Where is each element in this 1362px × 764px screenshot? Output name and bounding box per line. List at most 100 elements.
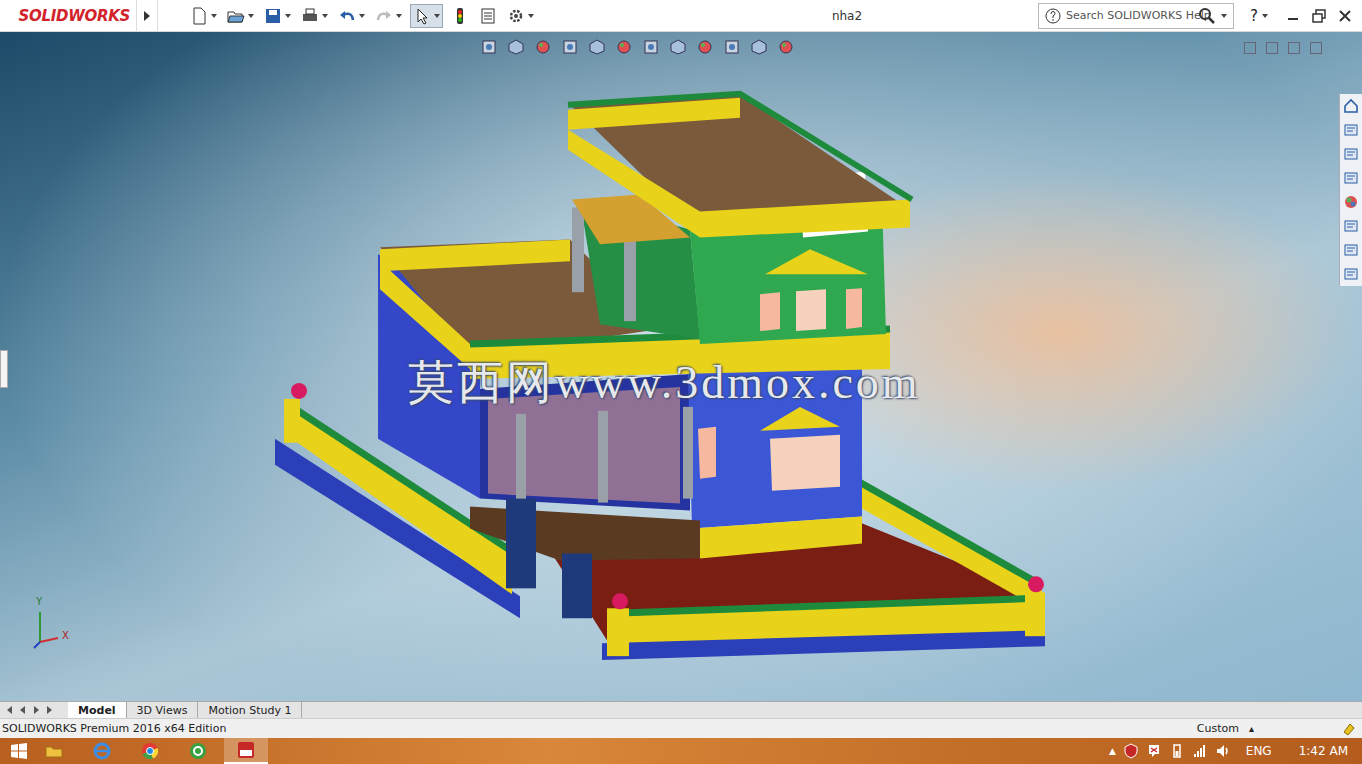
dropdown-arrow-icon xyxy=(434,14,440,18)
signal-icon[interactable] xyxy=(1192,743,1208,759)
tab-bar: Model3D ViewsMotion Study 1 xyxy=(0,701,1362,718)
solidworks-icon xyxy=(236,740,256,760)
solidworks-window: SOLIDWORKS nha2 Search SOLIDWORKS Help ?… xyxy=(0,0,1362,764)
task-pane xyxy=(1339,94,1362,286)
file-explorer-tab[interactable] xyxy=(1340,166,1362,190)
appearances-icon xyxy=(1343,218,1359,234)
window-controls xyxy=(1286,9,1352,23)
panel-handle[interactable] xyxy=(0,350,8,388)
y-axis-label: Y xyxy=(36,596,42,607)
solidworks-taskbar-button[interactable] xyxy=(224,738,268,764)
prev-tab-icon[interactable] xyxy=(17,704,29,716)
resources-icon xyxy=(1343,122,1359,138)
maximize-view-icon[interactable] xyxy=(1310,42,1322,54)
tab[interactable]: Model xyxy=(68,702,127,718)
custom-props-tab[interactable] xyxy=(1340,238,1362,262)
view-palette-tab[interactable] xyxy=(1340,190,1362,214)
show-hidden-icons[interactable]: ▲ xyxy=(1109,746,1116,756)
security-icon[interactable] xyxy=(1123,743,1139,759)
first-tab-icon[interactable] xyxy=(4,704,16,716)
dropdown-arrow-icon xyxy=(528,14,534,18)
save-button[interactable] xyxy=(262,5,293,27)
hide-show-icon[interactable] xyxy=(669,38,687,56)
help-button[interactable]: ? xyxy=(1250,7,1268,25)
battery-icon[interactable] xyxy=(1169,743,1185,759)
rebuild-button[interactable] xyxy=(449,5,471,27)
clock[interactable]: 1:42 AM xyxy=(1299,744,1348,758)
file-explorer-icon xyxy=(1343,170,1359,186)
home-tab[interactable] xyxy=(1340,94,1362,118)
design-library-tab[interactable] xyxy=(1340,142,1362,166)
help-search[interactable]: Search SOLIDWORKS Help xyxy=(1038,3,1234,29)
props-button[interactable] xyxy=(477,5,499,27)
tab[interactable]: Motion Study 1 xyxy=(198,702,302,718)
tab-navigation xyxy=(0,702,68,718)
print-button[interactable] xyxy=(299,5,330,27)
home-icon xyxy=(1343,98,1359,114)
chrome-taskbar-button[interactable] xyxy=(128,738,172,764)
axis-icon[interactable] xyxy=(777,38,795,56)
scene-icon[interactable] xyxy=(723,38,741,56)
edition-label: SOLIDWORKS Premium 2016 x64 Edition xyxy=(2,722,1197,735)
explorer-taskbar-button[interactable] xyxy=(32,738,76,764)
design-library-icon xyxy=(1343,146,1359,162)
dropdown-arrow-icon xyxy=(1221,14,1227,18)
previous-view-icon[interactable] xyxy=(534,38,552,56)
windows-start-icon[interactable] xyxy=(10,742,28,760)
quick-access-toolbar xyxy=(188,4,536,28)
next-tab-icon[interactable] xyxy=(30,704,42,716)
expand-arrow-icon xyxy=(143,10,151,22)
undo-icon xyxy=(338,7,356,25)
status-bar: SOLIDWORKS Premium 2016 x64 Edition Cust… xyxy=(0,718,1362,738)
appearances-tab[interactable] xyxy=(1340,214,1362,238)
dropdown-arrow-icon xyxy=(285,14,291,18)
view-orientation-icon[interactable] xyxy=(615,38,633,56)
resources-tab[interactable] xyxy=(1340,118,1362,142)
rebuild-status-icon[interactable] xyxy=(1342,722,1356,736)
dropdown-arrow-icon xyxy=(396,14,402,18)
system-tray: ▲ ENG 1:42 AM xyxy=(1109,743,1362,759)
restore-view-icon[interactable] xyxy=(1288,42,1300,54)
new-icon xyxy=(190,7,208,25)
close-icon[interactable] xyxy=(1338,9,1352,23)
select-button[interactable] xyxy=(410,4,443,28)
green-app-taskbar-button[interactable] xyxy=(176,738,220,764)
last-tab-icon[interactable] xyxy=(43,704,55,716)
split-view-icon[interactable] xyxy=(1244,42,1256,54)
open-button[interactable] xyxy=(225,5,256,27)
restore-icon[interactable] xyxy=(1312,9,1326,23)
solidworks-logo[interactable]: SOLIDWORKS xyxy=(0,7,136,25)
zoom-fit-icon[interactable] xyxy=(480,38,498,56)
input-language[interactable]: ENG xyxy=(1246,744,1272,758)
undo-button[interactable] xyxy=(336,5,367,27)
graphics-area[interactable]: 莫西网www.3dmox.com Y X xyxy=(0,32,1362,701)
dropdown-arrow-icon xyxy=(359,14,365,18)
open-icon xyxy=(227,7,245,25)
appearance-icon[interactable] xyxy=(696,38,714,56)
ie-taskbar-button[interactable] xyxy=(80,738,124,764)
zoom-area-icon[interactable] xyxy=(507,38,525,56)
taskbar: ▲ ENG 1:42 AM xyxy=(0,738,1362,764)
custom-props-icon xyxy=(1343,242,1359,258)
view-palette-icon xyxy=(1343,194,1359,210)
title-bar: SOLIDWORKS nha2 Search SOLIDWORKS Help ? xyxy=(0,0,1362,32)
action-center-icon[interactable] xyxy=(1146,743,1162,759)
axis-triad-icon xyxy=(28,602,68,652)
new-button[interactable] xyxy=(188,5,219,27)
dynamic-icon[interactable] xyxy=(588,38,606,56)
section-icon[interactable] xyxy=(561,38,579,56)
save-icon xyxy=(264,7,282,25)
volume-icon[interactable] xyxy=(1215,743,1231,759)
units-selector[interactable]: Custom▴ xyxy=(1197,722,1254,735)
minimize-icon[interactable] xyxy=(1286,9,1300,23)
viewport-controls xyxy=(1244,42,1322,54)
redo-button[interactable] xyxy=(373,5,404,27)
view-settings-icon[interactable] xyxy=(750,38,768,56)
display-style-icon[interactable] xyxy=(642,38,660,56)
forum-tab[interactable] xyxy=(1340,262,1362,286)
reference-triad: Y X xyxy=(28,602,78,658)
tab[interactable]: 3D Views xyxy=(127,702,199,718)
link-views-icon[interactable] xyxy=(1266,42,1278,54)
menu-flyout[interactable] xyxy=(136,0,158,32)
options-button[interactable] xyxy=(505,5,536,27)
